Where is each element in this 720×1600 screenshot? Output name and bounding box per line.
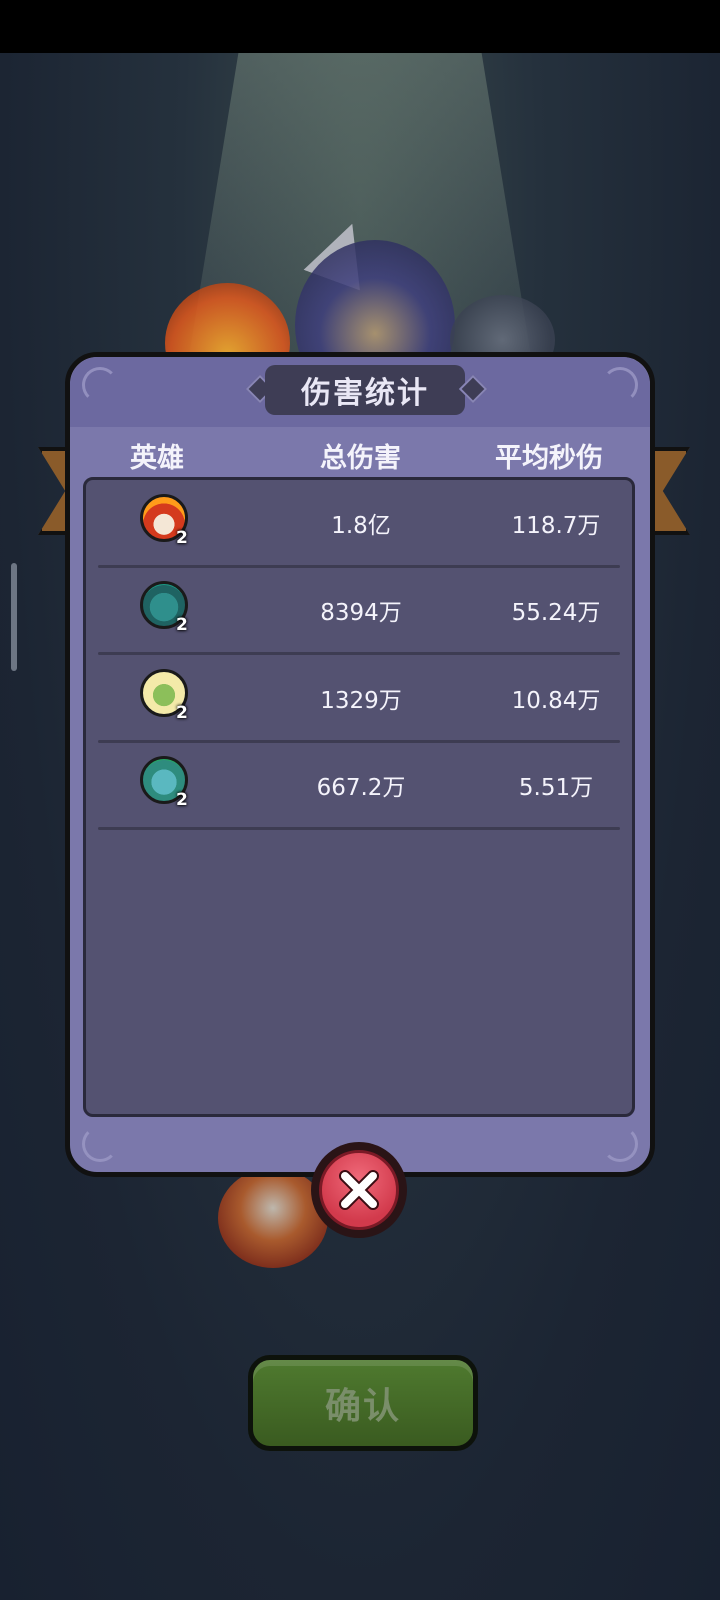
table-row: 2 1329万 10.84万 bbox=[86, 655, 632, 743]
close-button[interactable] bbox=[311, 1142, 407, 1238]
dialog-title-plate: 伤害统计 bbox=[265, 365, 465, 415]
status-bar bbox=[0, 0, 720, 53]
avg-dps-value: 10.84万 bbox=[511, 688, 601, 714]
total-damage-value: 8394万 bbox=[320, 600, 402, 626]
dialog-title-bar: 伤害统计 bbox=[70, 357, 650, 427]
corner-ornament-icon bbox=[602, 367, 638, 403]
confirm-button-label: 确认 bbox=[324, 1386, 401, 1427]
hero-level-badge: 2 bbox=[176, 703, 188, 723]
hero-level-badge: 2 bbox=[176, 615, 188, 635]
close-button-face[interactable] bbox=[319, 1150, 399, 1230]
table-row: 2 8394万 55.24万 bbox=[86, 567, 632, 655]
avg-dps-value: 55.24万 bbox=[511, 600, 601, 626]
total-damage-value: 1329万 bbox=[320, 688, 402, 714]
side-drag-handle[interactable] bbox=[11, 563, 17, 671]
close-icon bbox=[339, 1170, 379, 1210]
hero-avatar[interactable]: 2 bbox=[138, 663, 190, 723]
column-header-hero: 英雄 bbox=[130, 443, 184, 474]
hero-avatar[interactable]: 2 bbox=[138, 488, 190, 548]
hero-avatar[interactable]: 2 bbox=[138, 750, 190, 810]
damage-table[interactable]: 2 1.8亿 118.7万 2 8394万 55.24万 2 1329万 10.… bbox=[83, 477, 635, 1117]
column-header-avg-dps: 平均秒伤 bbox=[495, 443, 603, 474]
corner-ornament-icon bbox=[602, 1126, 638, 1162]
damage-stats-dialog: 伤害统计 英雄 总伤害 平均秒伤 2 1.8亿 118.7万 2 8394万 5… bbox=[65, 352, 655, 1177]
table-row: 2 1.8亿 118.7万 bbox=[86, 480, 632, 568]
avg-dps-value: 118.7万 bbox=[511, 513, 601, 539]
total-damage-value: 667.2万 bbox=[316, 775, 406, 801]
table-row: 2 667.2万 5.51万 bbox=[86, 742, 632, 830]
confirm-button[interactable]: 确认 bbox=[248, 1355, 478, 1451]
total-damage-value: 1.8亿 bbox=[331, 513, 391, 539]
hero-level-badge: 2 bbox=[176, 528, 188, 548]
hero-level-badge: 2 bbox=[176, 790, 188, 810]
avg-dps-value: 5.51万 bbox=[518, 775, 594, 801]
corner-ornament-icon bbox=[82, 367, 118, 403]
dialog-title: 伤害统计 bbox=[301, 376, 429, 411]
hero-avatar[interactable]: 2 bbox=[138, 575, 190, 635]
column-header-total-damage: 总伤害 bbox=[320, 443, 401, 474]
corner-ornament-icon bbox=[82, 1126, 118, 1162]
row-divider bbox=[98, 827, 620, 830]
